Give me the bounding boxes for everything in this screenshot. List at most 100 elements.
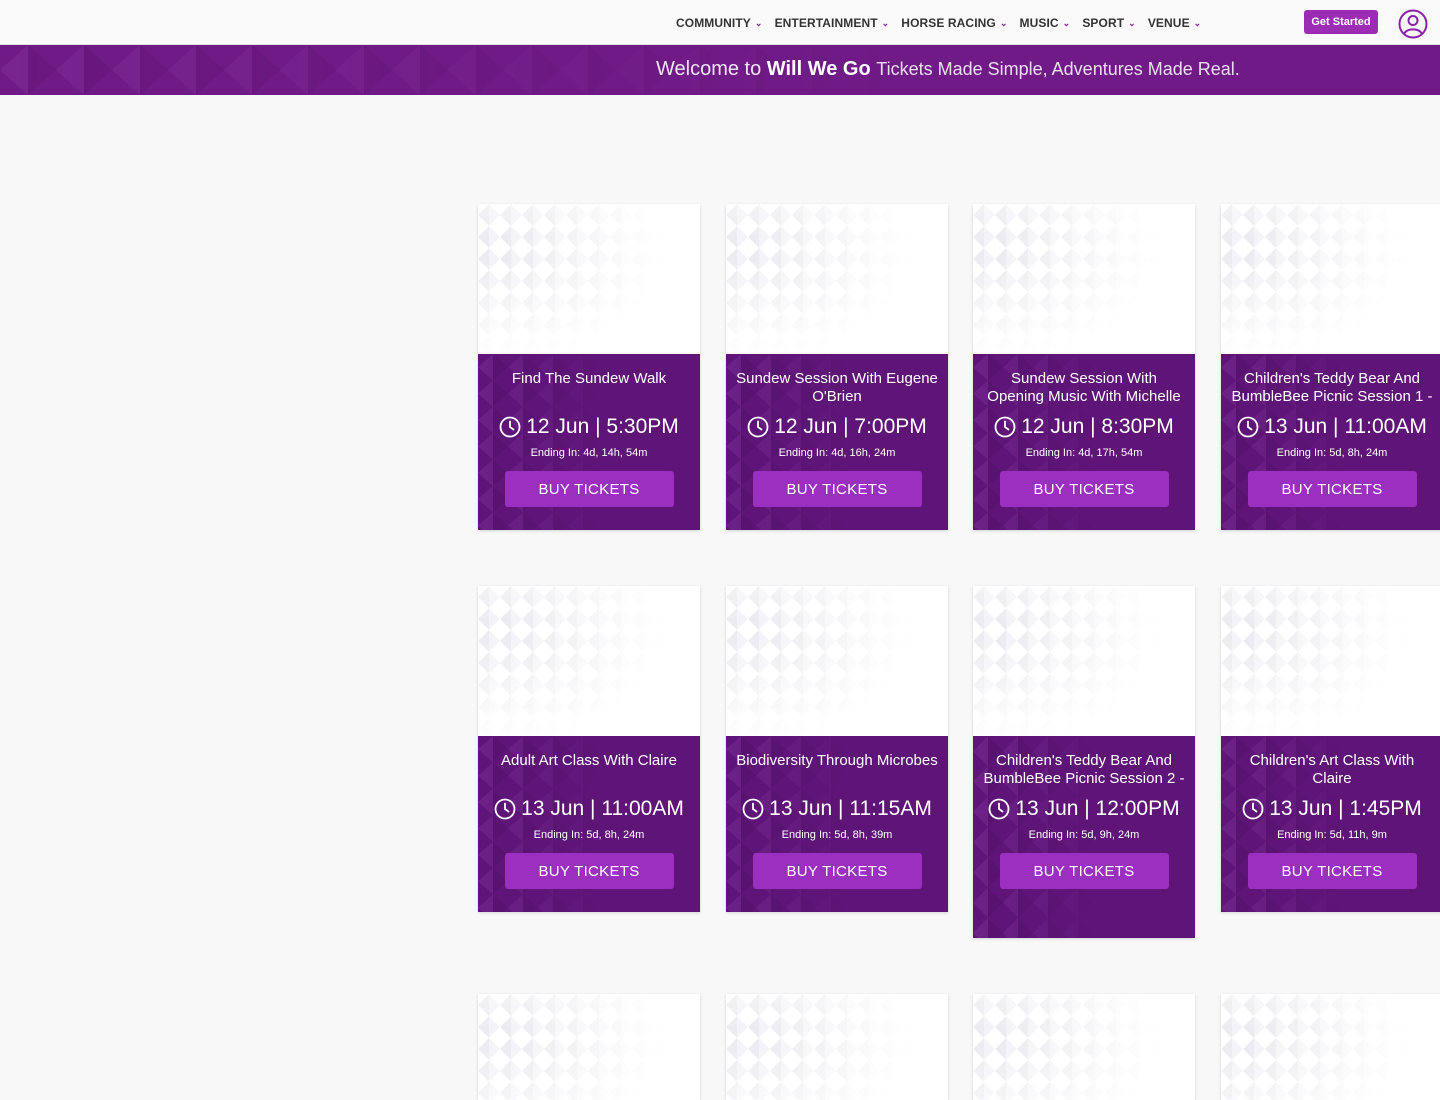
event-date-text: 13 Jun | 11:00AM xyxy=(521,797,684,820)
buy-tickets-button[interactable]: BUY TICKETS xyxy=(1247,853,1417,889)
event-title[interactable]: Biodiversity Through Microbes xyxy=(736,752,938,788)
event-image[interactable] xyxy=(478,204,700,354)
nav-item-label: VENUE xyxy=(1147,15,1190,30)
event-card[interactable]: Sundew Session With Eugene O'Brien 12 Jun… xyxy=(726,204,948,530)
clock-icon xyxy=(1242,798,1264,819)
chevron-down-icon: ⌄ xyxy=(1193,18,1202,28)
clock-icon xyxy=(499,416,521,437)
event-card-body: Children's Art Class With Claire 13 Jun |… xyxy=(1221,736,1440,912)
event-card-body: Find The Sundew Walk 12 Jun | 5:30PM Endin… xyxy=(478,354,700,530)
event-date: 12 Jun | 7:00PM xyxy=(736,414,938,439)
user-account-icon[interactable] xyxy=(1398,9,1428,39)
clock-icon xyxy=(988,798,1010,819)
event-card[interactable] xyxy=(726,994,948,1100)
event-date: 13 Jun | 12:00PM xyxy=(983,796,1185,821)
event-date: 13 Jun | 11:15AM xyxy=(736,796,938,821)
nav-item-label: MUSIC xyxy=(1019,15,1059,30)
event-card[interactable]: Adult Art Class With Claire 13 Jun | 11:0… xyxy=(478,586,700,912)
event-card[interactable]: Children's Teddy Bear And BumbleBee Picn… xyxy=(973,586,1195,938)
event-title[interactable]: Adult Art Class With Claire xyxy=(488,752,690,788)
event-date: 13 Jun | 11:00AM xyxy=(1231,414,1433,439)
event-card[interactable]: Sundew Session With Opening Music With M… xyxy=(973,204,1195,530)
clock-icon xyxy=(994,416,1016,437)
nav-item-horse-racing[interactable]: HORSE RACING ⌄ xyxy=(901,16,1007,30)
event-card[interactable]: Children's Teddy Bear And BumbleBee Picn… xyxy=(1221,204,1440,530)
event-card[interactable]: Find The Sundew Walk 12 Jun | 5:30PM Endin… xyxy=(478,204,700,530)
event-countdown: Ending In: 5d, 8h, 24m xyxy=(533,829,645,841)
event-image[interactable] xyxy=(478,586,700,736)
event-countdown: Ending In: 5d, 9h, 24m xyxy=(1028,829,1140,841)
event-card[interactable] xyxy=(973,994,1195,1100)
event-date-text: 13 Jun | 11:15AM xyxy=(769,797,932,820)
get-started-button[interactable]: Get Started xyxy=(1304,10,1378,34)
buy-tickets-button[interactable]: BUY TICKETS xyxy=(752,471,922,507)
nav-item-venue[interactable]: VENUE ⌄ xyxy=(1148,16,1202,30)
nav-item-label: SPORT xyxy=(1082,15,1125,30)
nav-item-community[interactable]: COMMUNITY ⌄ xyxy=(676,16,763,30)
event-countdown: Ending In: 5d, 11h, 9m xyxy=(1277,829,1387,841)
buy-tickets-button[interactable]: BUY TICKETS xyxy=(999,471,1169,507)
event-image[interactable] xyxy=(973,994,1195,1100)
event-title[interactable]: Sundew Session With Eugene O'Brien xyxy=(736,370,938,406)
event-card-body: Biodiversity Through Microbes 13 Jun | 11… xyxy=(726,736,948,912)
event-title[interactable]: Children's Art Class With Claire xyxy=(1231,752,1433,788)
banner-prefix: Welcome to xyxy=(656,58,762,80)
nav-item-sport[interactable]: SPORT ⌄ xyxy=(1082,16,1136,30)
event-date-text: 12 Jun | 5:30PM xyxy=(526,415,679,438)
clock-icon xyxy=(747,416,769,437)
event-image[interactable] xyxy=(973,586,1195,736)
event-image[interactable] xyxy=(1221,586,1440,736)
buy-tickets-button[interactable]: BUY TICKETS xyxy=(999,853,1169,889)
event-image[interactable] xyxy=(1221,204,1440,354)
event-title[interactable]: Children's Teddy Bear And BumbleBee Picn… xyxy=(983,752,1185,788)
nav-item-label: ENTERTAINMENT xyxy=(774,15,878,30)
event-date: 13 Jun | 11:00AM xyxy=(488,796,690,821)
buy-tickets-button[interactable]: BUY TICKETS xyxy=(752,853,922,889)
event-card-body: Children's Teddy Bear And BumbleBee Picn… xyxy=(973,736,1195,938)
event-image[interactable] xyxy=(726,586,948,736)
main-nav: COMMUNITY ⌄ ENTERTAINMENT ⌄ HORSE RACING ⌄ … xyxy=(676,0,1213,45)
event-date-text: 12 Jun | 7:00PM xyxy=(774,415,927,438)
banner-heading: Welcome to Will We Go Tickets Made Simpl… xyxy=(656,58,1240,81)
clock-icon xyxy=(742,798,764,819)
event-title[interactable]: Children's Teddy Bear And BumbleBee Picn… xyxy=(1231,370,1433,406)
event-image[interactable] xyxy=(726,204,948,354)
event-image[interactable] xyxy=(478,994,700,1100)
banner-tagline: Tickets Made Simple, Adventures Made Rea… xyxy=(876,59,1240,79)
buy-tickets-button[interactable]: BUY TICKETS xyxy=(504,471,674,507)
event-date-text: 13 Jun | 1:45PM xyxy=(1269,797,1422,820)
buy-tickets-button[interactable]: BUY TICKETS xyxy=(1247,471,1417,507)
event-image[interactable] xyxy=(973,204,1195,354)
brand-name: Will We Go xyxy=(766,58,871,80)
chevron-down-icon: ⌄ xyxy=(999,18,1008,28)
clock-icon xyxy=(1237,416,1259,437)
clock-icon xyxy=(494,798,516,819)
event-image[interactable] xyxy=(1221,994,1440,1100)
event-card-body: Sundew Session With Opening Music With M… xyxy=(973,354,1195,530)
chevron-down-icon: ⌄ xyxy=(754,18,763,28)
chevron-down-icon: ⌄ xyxy=(881,18,890,28)
event-countdown: Ending In: 4d, 16h, 24m xyxy=(778,447,896,459)
nav-item-music[interactable]: MUSIC ⌄ xyxy=(1020,16,1071,30)
event-card-body: Children's Teddy Bear And BumbleBee Picn… xyxy=(1221,354,1440,530)
nav-item-label: COMMUNITY xyxy=(676,15,751,30)
event-date: 13 Jun | 1:45PM xyxy=(1231,796,1433,821)
event-countdown: Ending In: 5d, 8h, 24m xyxy=(1276,447,1388,459)
buy-tickets-button[interactable]: BUY TICKETS xyxy=(504,853,674,889)
event-title[interactable]: Sundew Session With Opening Music With M… xyxy=(983,370,1185,406)
event-card-body: Sundew Session With Eugene O'Brien 12 Jun… xyxy=(726,354,948,530)
event-date: 12 Jun | 8:30PM xyxy=(983,414,1185,439)
event-date-text: 12 Jun | 8:30PM xyxy=(1021,415,1174,438)
event-card[interactable] xyxy=(1221,994,1440,1100)
chevron-down-icon: ⌄ xyxy=(1062,18,1071,28)
event-countdown: Ending In: 5d, 8h, 39m xyxy=(781,829,893,841)
event-card[interactable]: Biodiversity Through Microbes 13 Jun | 11… xyxy=(726,586,948,912)
nav-item-label: HORSE RACING xyxy=(901,15,996,30)
event-date-text: 13 Jun | 12:00PM xyxy=(1015,797,1180,820)
event-date-text: 13 Jun | 11:00AM xyxy=(1264,415,1427,438)
event-title[interactable]: Find The Sundew Walk xyxy=(488,370,690,406)
nav-item-entertainment[interactable]: ENTERTAINMENT ⌄ xyxy=(775,16,890,30)
event-card[interactable]: Children's Art Class With Claire 13 Jun |… xyxy=(1221,586,1440,912)
event-card[interactable] xyxy=(478,994,700,1100)
event-image[interactable] xyxy=(726,994,948,1100)
